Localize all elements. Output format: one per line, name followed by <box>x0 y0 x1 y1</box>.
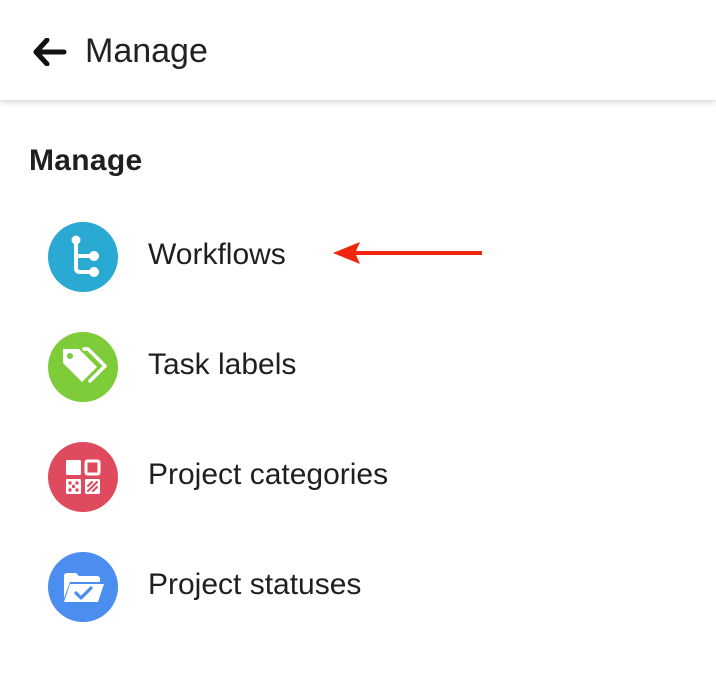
menu-item-label: Task labels <box>148 348 297 381</box>
menu-item-label: Project categories <box>148 458 389 491</box>
app-header: Manage <box>0 0 716 100</box>
workflow-icon <box>48 222 118 292</box>
arrow-left-icon <box>33 38 67 66</box>
menu-item-label: Workflows <box>148 238 286 271</box>
tag-icon <box>48 332 118 402</box>
menu-item-task-labels[interactable]: Task labels <box>0 322 716 432</box>
category-grid-icon <box>48 442 118 512</box>
menu-item-project-statuses[interactable]: Project statuses <box>0 542 716 652</box>
menu-item-label: Project statuses <box>148 568 362 601</box>
manage-menu-list: Workflows Task labels Project categories… <box>0 212 716 652</box>
folder-check-icon <box>48 552 118 622</box>
menu-item-project-categories[interactable]: Project categories <box>0 432 716 542</box>
page-title: Manage <box>85 32 208 70</box>
section-title: Manage <box>29 144 143 177</box>
back-button[interactable] <box>30 32 70 72</box>
annotation-arrow <box>333 242 482 264</box>
